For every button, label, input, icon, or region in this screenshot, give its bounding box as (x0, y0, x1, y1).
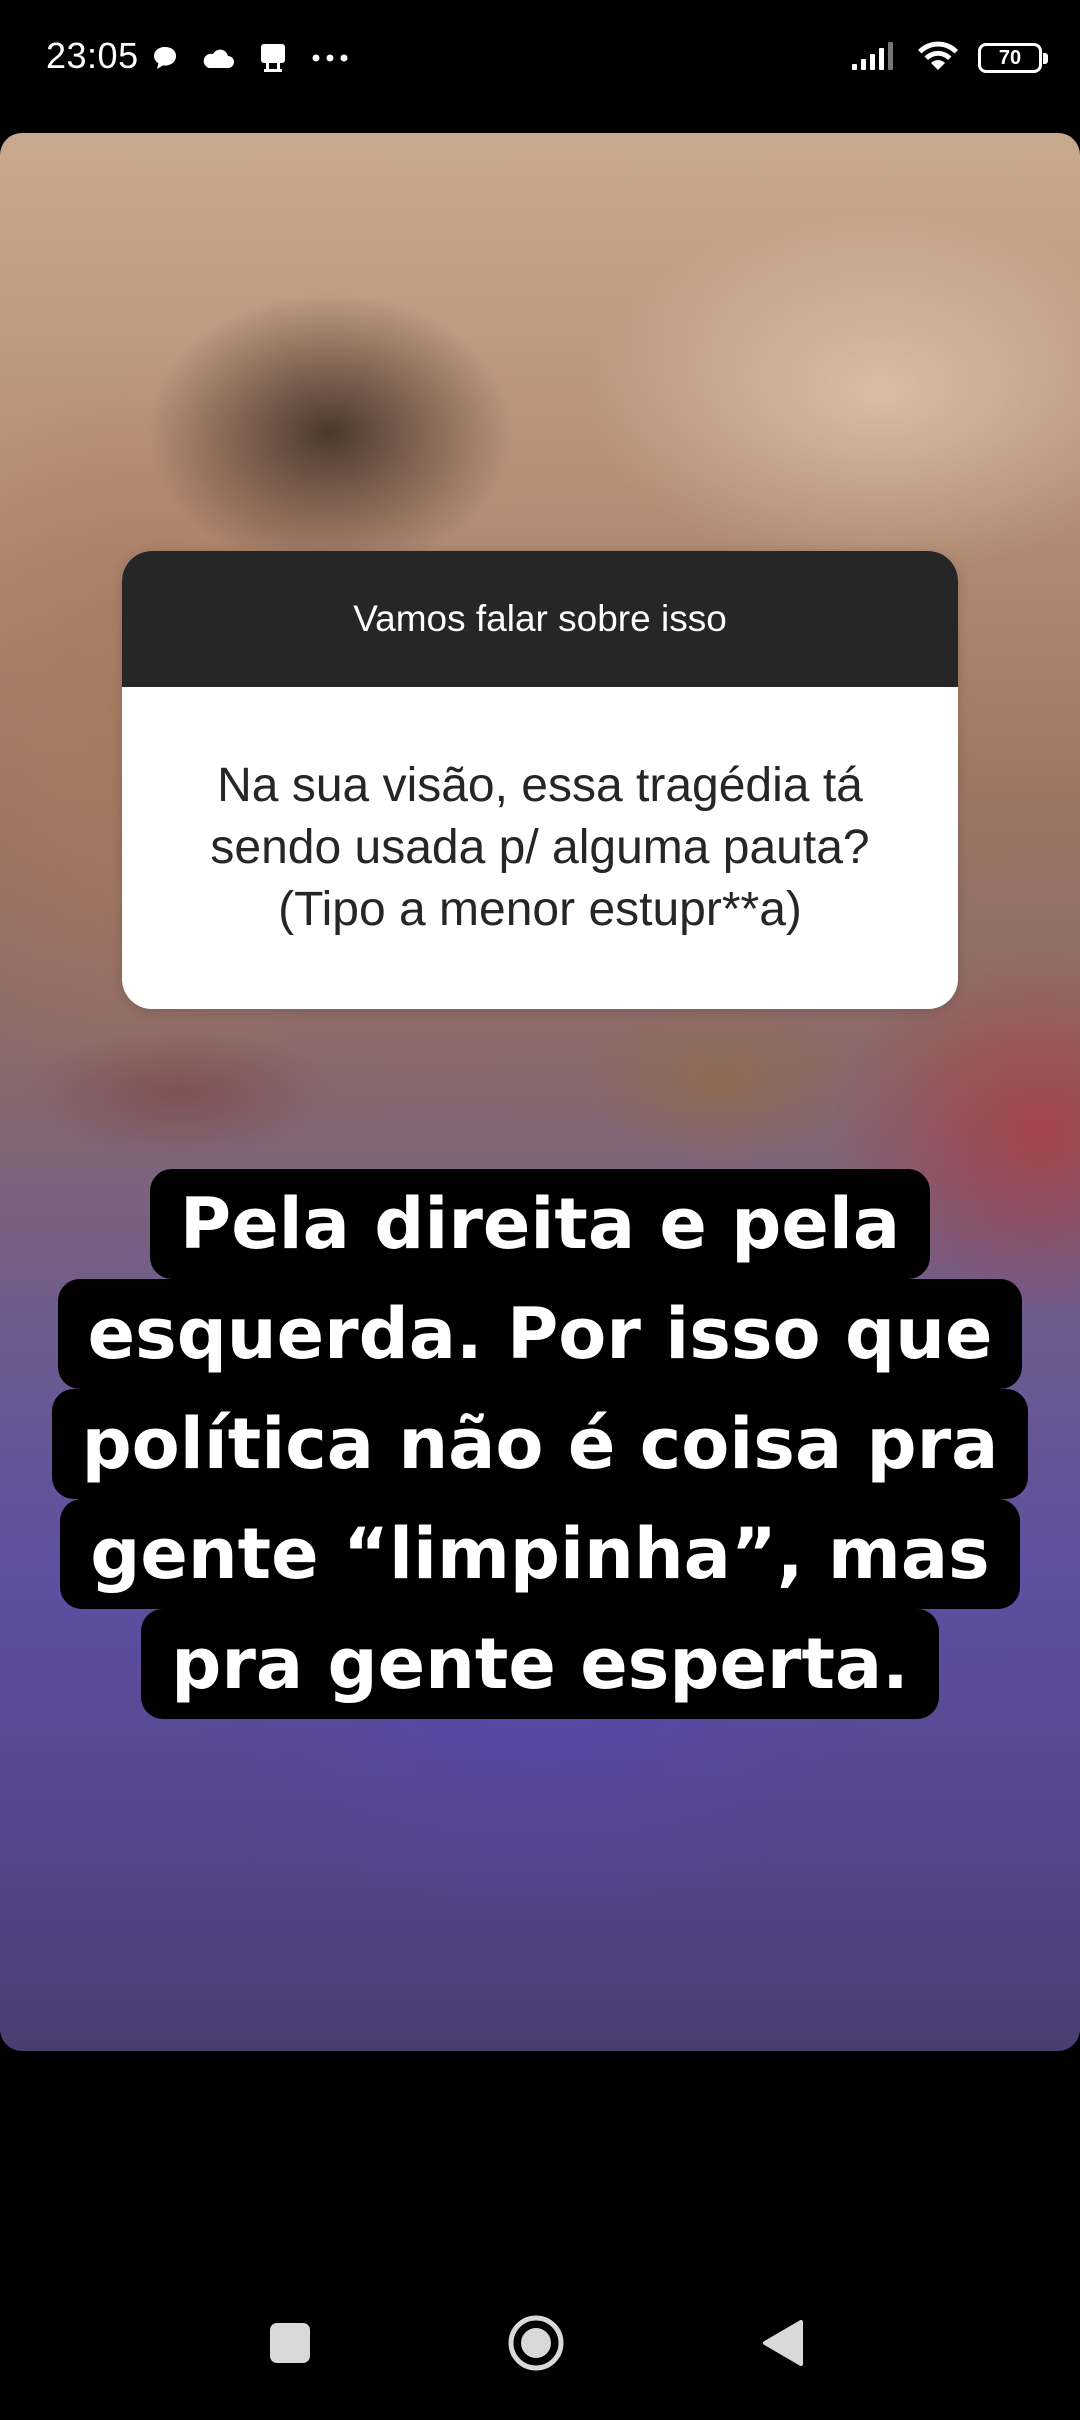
navigation-bar (0, 2240, 1080, 2420)
status-notification-icons (150, 36, 350, 80)
question-sticker-prompt: Vamos falar sobre isso (122, 551, 958, 687)
recents-button[interactable] (255, 2308, 325, 2378)
answer-line: Pela direita e pela (149, 1169, 931, 1279)
question-sticker[interactable]: Vamos falar sobre isso Na sua visão, ess… (122, 551, 958, 1009)
notification-icon (256, 41, 290, 75)
battery-icon: 70 (978, 43, 1048, 73)
answer-line: política não é coisa pra (51, 1389, 1029, 1499)
story-background-photo (0, 133, 1080, 2051)
question-sticker-text: Na sua visão, essa tragédia tá sendo usa… (210, 759, 870, 936)
answer-text-block: Pela direita e pela esquerda. Por isso q… (0, 1169, 1080, 1719)
story-view[interactable]: Vamos falar sobre isso Na sua visão, ess… (0, 133, 1080, 2051)
answer-line: esquerda. Por isso que (57, 1279, 1023, 1389)
home-button[interactable] (501, 2308, 571, 2378)
square-icon (270, 2323, 310, 2363)
answer-line: gente “limpinha”, mas (60, 1499, 1020, 1609)
battery-level: 70 (998, 47, 1022, 69)
cloud-icon (200, 44, 236, 72)
signal-icon (850, 40, 898, 77)
wifi-icon (916, 39, 960, 78)
back-button[interactable] (748, 2308, 818, 2378)
status-bar: 23:05 70 (0, 0, 1080, 118)
status-system-icons: 70 (850, 36, 1048, 80)
more-dots-icon (310, 52, 350, 64)
chat-bubble-icon (150, 43, 180, 73)
status-time: 23:05 (46, 35, 139, 76)
circle-icon (508, 2315, 564, 2371)
back-triangle-icon (763, 2320, 803, 2366)
answer-line: pra gente esperta. (141, 1609, 939, 1719)
